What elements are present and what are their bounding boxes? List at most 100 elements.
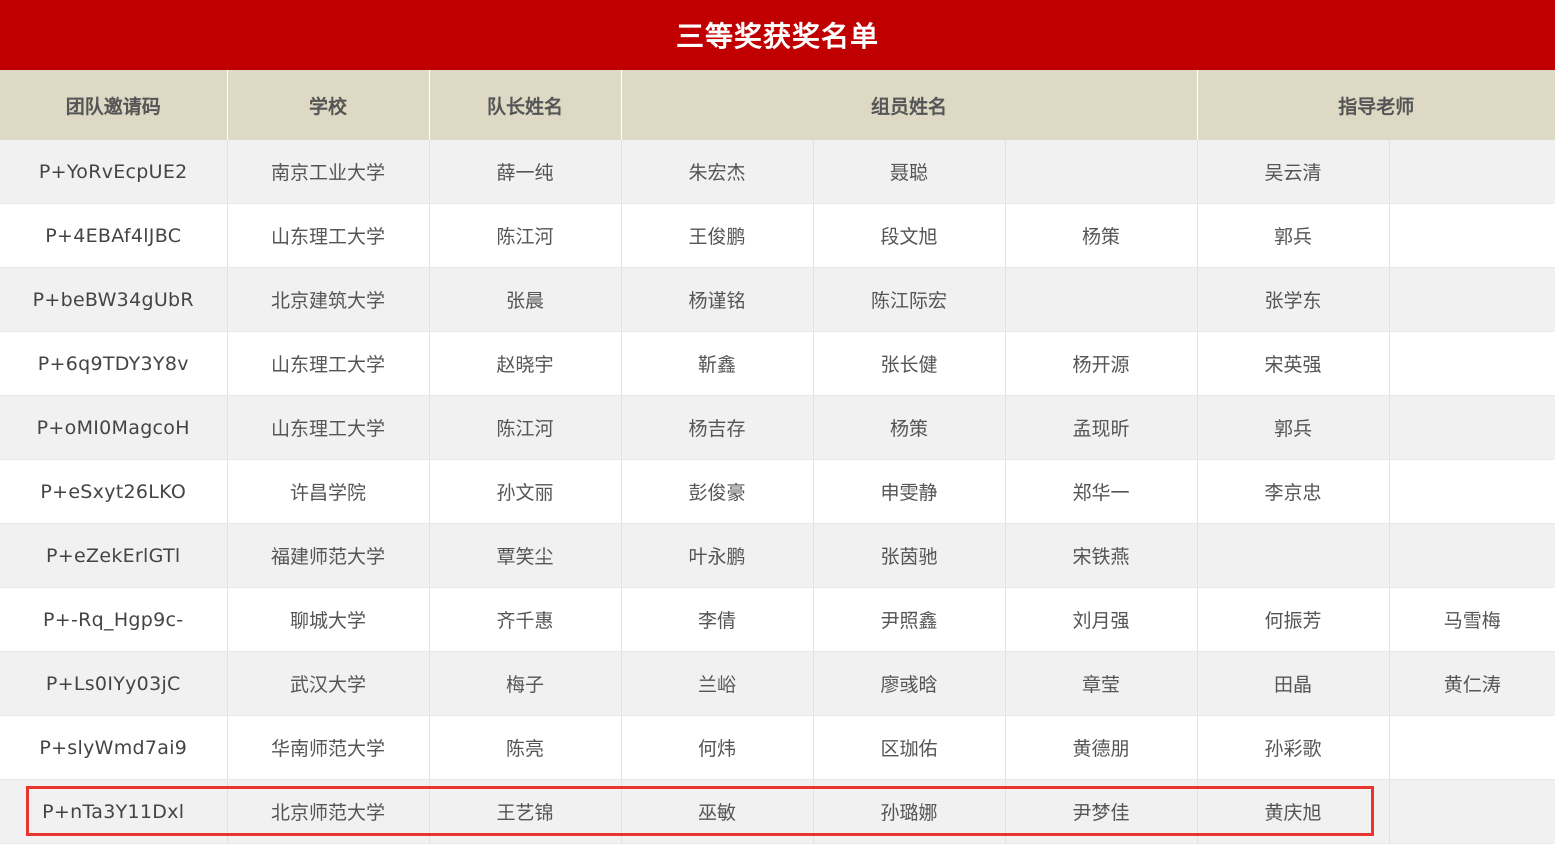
cell-member-1: 朱宏杰: [621, 140, 814, 204]
cell-team-code: P+slyWmd7ai9: [0, 715, 228, 780]
cell-advisor-1: 郭兵: [1197, 203, 1390, 268]
cell-captain: 薛一纯: [429, 140, 622, 204]
cell-team-code: P+oMI0MagcoH: [0, 395, 228, 460]
cell-captain: 陈江河: [429, 395, 622, 460]
title-bar: 三等奖获奖名单: [0, 0, 1555, 70]
cell-member-2: 张长健: [813, 331, 1006, 396]
table-row: P+Ls0IYy03jC 武汉大学 梅子 兰峪 廖彧晗 章莹 田晶 黄仁涛: [0, 651, 1555, 716]
cell-captain: 覃笑尘: [429, 523, 622, 588]
cell-captain: 张晨: [429, 267, 622, 332]
cell-advisor-2: [1389, 267, 1555, 332]
cell-school: 华南师范大学: [227, 715, 430, 780]
page-title: 三等奖获奖名单: [675, 20, 879, 53]
cell-member-2: 区珈佑: [813, 715, 1006, 780]
cell-member-1: 巫敏: [621, 779, 814, 844]
header-members: 组员姓名: [621, 70, 1198, 140]
cell-advisor-1: 何振芳: [1197, 587, 1390, 652]
table-row: P+-Rq_Hgp9c- 聊城大学 齐千惠 李倩 尹照鑫 刘月强 何振芳 马雪梅: [0, 587, 1555, 652]
cell-school: 武汉大学: [227, 651, 430, 716]
cell-member-1: 杨谨铭: [621, 267, 814, 332]
cell-school: 北京师范大学: [227, 779, 430, 844]
cell-member-3: 孟现昕: [1005, 395, 1198, 460]
cell-member-3: 郑华一: [1005, 459, 1198, 524]
cell-advisor-2: [1389, 395, 1555, 460]
cell-member-3: 杨开源: [1005, 331, 1198, 396]
cell-school: 山东理工大学: [227, 331, 430, 396]
cell-advisor-1: 张学东: [1197, 267, 1390, 332]
cell-school: 南京工业大学: [227, 140, 430, 204]
cell-member-1: 靳鑫: [621, 331, 814, 396]
table-row: P+4EBAf4lJBC 山东理工大学 陈江河 王俊鹏 段文旭 杨策 郭兵: [0, 203, 1555, 268]
cell-member-1: 叶永鹏: [621, 523, 814, 588]
cell-advisor-2: [1389, 203, 1555, 268]
cell-member-2: 尹照鑫: [813, 587, 1006, 652]
table-header-row: 团队邀请码 学校 队长姓名 组员姓名 指导老师: [0, 70, 1555, 140]
table-row: P+YoRvEcpUE2 南京工业大学 薛一纯 朱宏杰 聂聪 吴云清: [0, 140, 1555, 204]
cell-member-2: 申雯静: [813, 459, 1006, 524]
cell-advisor-1: 孙彩歌: [1197, 715, 1390, 780]
cell-school: 北京建筑大学: [227, 267, 430, 332]
cell-member-1: 彭俊豪: [621, 459, 814, 524]
cell-member-2: 杨策: [813, 395, 1006, 460]
cell-member-2: 张茵驰: [813, 523, 1006, 588]
cell-team-code: P+eSxyt26LKO: [0, 459, 228, 524]
cell-member-3: 章莹: [1005, 651, 1198, 716]
table-row: P+eSxyt26LKO 许昌学院 孙文丽 彭俊豪 申雯静 郑华一 李京忠: [0, 459, 1555, 524]
cell-captain: 陈江河: [429, 203, 622, 268]
cell-advisor-1: 宋英强: [1197, 331, 1390, 396]
cell-advisor-1: 郭兵: [1197, 395, 1390, 460]
cell-advisor-1: 黄庆旭: [1197, 779, 1390, 844]
cell-advisor-2: 黄仁涛: [1389, 651, 1555, 716]
cell-captain: 梅子: [429, 651, 622, 716]
cell-member-3: 刘月强: [1005, 587, 1198, 652]
cell-advisor-2: [1389, 459, 1555, 524]
cell-advisor-2: 马雪梅: [1389, 587, 1555, 652]
cell-team-code: P+nTa3Y11Dxl: [0, 779, 228, 844]
cell-member-2: 廖彧晗: [813, 651, 1006, 716]
cell-advisor-1: 田晶: [1197, 651, 1390, 716]
header-school: 学校: [227, 70, 430, 140]
cell-advisor-2: [1389, 779, 1555, 844]
cell-member-2: 聂聪: [813, 140, 1006, 204]
cell-team-code: P+6q9TDY3Y8v: [0, 331, 228, 396]
awards-table: 团队邀请码 学校 队长姓名 组员姓名 指导老师 P+YoRvEcpUE2 南京工业…: [0, 70, 1555, 844]
cell-advisor-2: [1389, 523, 1555, 588]
cell-school: 福建师范大学: [227, 523, 430, 588]
cell-advisor-2: [1389, 715, 1555, 780]
cell-school: 山东理工大学: [227, 395, 430, 460]
cell-member-2: 孙璐娜: [813, 779, 1006, 844]
cell-member-3: 尹梦佳: [1005, 779, 1198, 844]
cell-advisor-1: [1197, 523, 1390, 588]
table-row: P+oMI0MagcoH 山东理工大学 陈江河 杨吉存 杨策 孟现昕 郭兵: [0, 395, 1555, 460]
cell-captain: 孙文丽: [429, 459, 622, 524]
cell-member-3: 黄德朋: [1005, 715, 1198, 780]
cell-member-1: 何炜: [621, 715, 814, 780]
table-row: P+nTa3Y11Dxl 北京师范大学 王艺锦 巫敏 孙璐娜 尹梦佳 黄庆旭: [0, 779, 1555, 844]
cell-member-3: 宋铁燕: [1005, 523, 1198, 588]
cell-team-code: P+eZekErlGTl: [0, 523, 228, 588]
table-row: P+slyWmd7ai9 华南师范大学 陈亮 何炜 区珈佑 黄德朋 孙彩歌: [0, 715, 1555, 780]
cell-team-code: P+YoRvEcpUE2: [0, 140, 228, 204]
cell-advisor-1: 李京忠: [1197, 459, 1390, 524]
table-row: P+eZekErlGTl 福建师范大学 覃笑尘 叶永鹏 张茵驰 宋铁燕: [0, 523, 1555, 588]
cell-team-code: P+4EBAf4lJBC: [0, 203, 228, 268]
cell-team-code: P+-Rq_Hgp9c-: [0, 587, 228, 652]
cell-captain: 齐千惠: [429, 587, 622, 652]
table-body: P+YoRvEcpUE2 南京工业大学 薛一纯 朱宏杰 聂聪 吴云清 P+4EBAf4lJB…: [0, 140, 1555, 844]
cell-team-code: P+beBW34gUbR: [0, 267, 228, 332]
header-advisors: 指导老师: [1197, 70, 1555, 140]
table-row: P+beBW34gUbR 北京建筑大学 张晨 杨谨铭 陈江际宏 张学东: [0, 267, 1555, 332]
cell-advisor-2: [1389, 331, 1555, 396]
cell-member-1: 李倩: [621, 587, 814, 652]
cell-team-code: P+Ls0IYy03jC: [0, 651, 228, 716]
cell-member-2: 陈江际宏: [813, 267, 1006, 332]
cell-member-1: 王俊鹏: [621, 203, 814, 268]
cell-advisor-2: [1389, 140, 1555, 204]
cell-captain: 赵晓宇: [429, 331, 622, 396]
cell-member-1: 兰峪: [621, 651, 814, 716]
cell-member-2: 段文旭: [813, 203, 1006, 268]
cell-school: 山东理工大学: [227, 203, 430, 268]
cell-school: 许昌学院: [227, 459, 430, 524]
header-captain: 队长姓名: [429, 70, 622, 140]
cell-school: 聊城大学: [227, 587, 430, 652]
